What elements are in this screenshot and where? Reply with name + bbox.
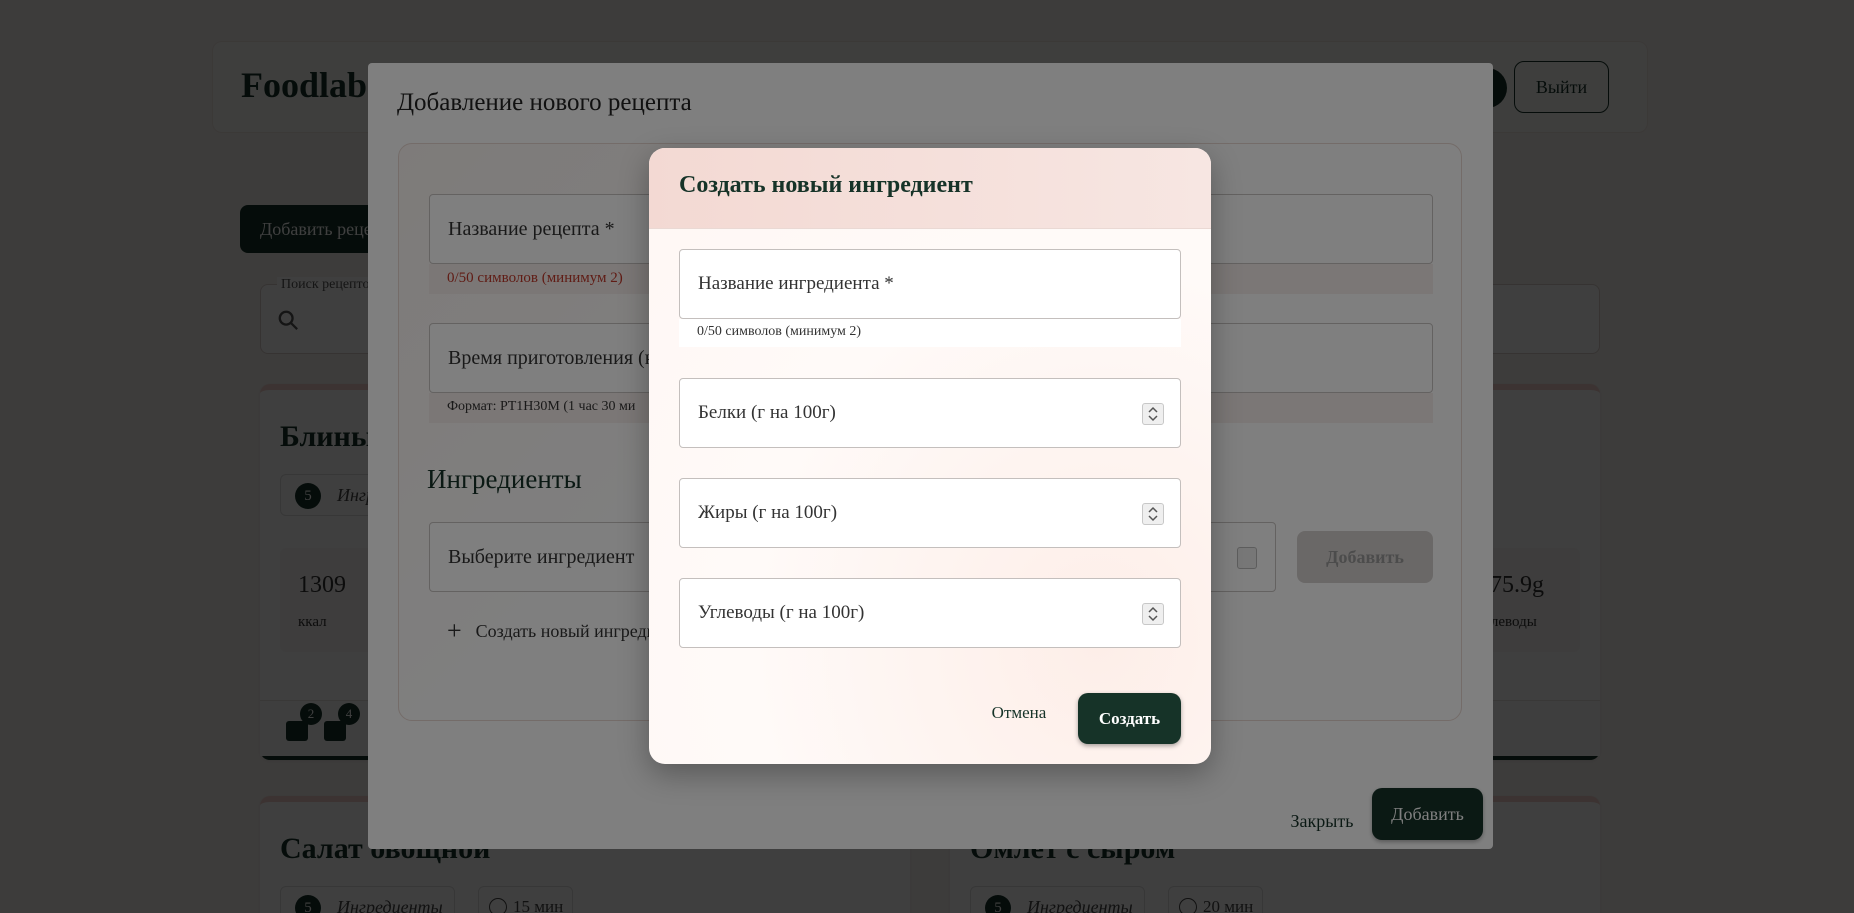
carbs-field[interactable]: Углеводы (г на 100г) [679,578,1181,648]
stepper-arrows-icon [1148,406,1158,422]
fat-stepper[interactable] [1142,503,1164,525]
carbs-stepper[interactable] [1142,603,1164,625]
cancel-button[interactable]: Отмена [979,688,1059,738]
stepper-arrows-icon [1148,606,1158,622]
create-ingredient-dialog: Создать новый ингредиент Название ингред… [649,148,1211,764]
dialog-title: Создать новый ингредиент [679,172,973,198]
fat-field[interactable]: Жиры (г на 100г) [679,478,1181,548]
protein-stepper[interactable] [1142,403,1164,425]
create-ingredient-button[interactable]: Создать [1078,693,1181,744]
dialog-header: Создать новый ингредиент [649,148,1211,229]
carbs-label: Углеводы (г на 100г) [698,602,865,623]
ingredient-name-helper: 0/50 символов (минимум 2) [679,319,1181,347]
ingredient-name-field[interactable]: Название ингредиента * [679,249,1181,319]
fat-label: Жиры (г на 100г) [698,502,838,523]
protein-label: Белки (г на 100г) [698,402,836,423]
protein-field[interactable]: Белки (г на 100г) [679,378,1181,448]
stepper-arrows-icon [1148,506,1158,522]
